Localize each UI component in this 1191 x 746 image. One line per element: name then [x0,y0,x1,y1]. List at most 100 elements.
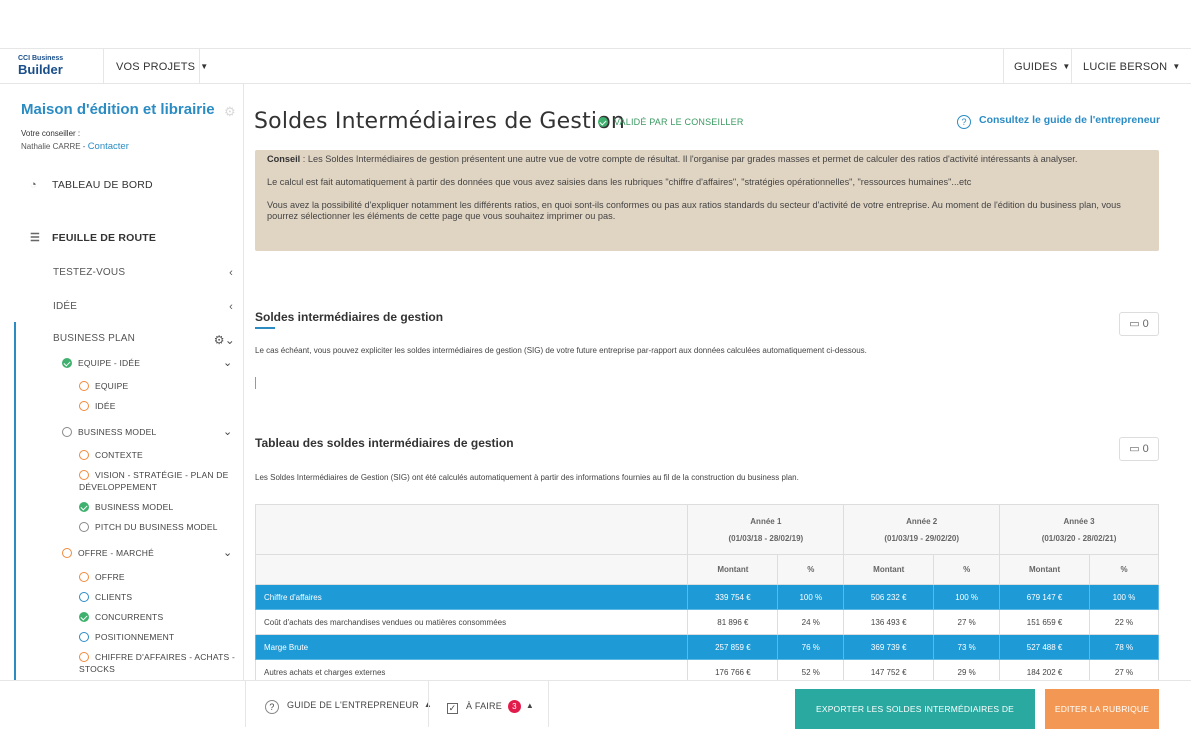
sub-item-chiffre[interactable]: CHIFFRE D'AFFAIRES - ACHATS - [79,652,235,662]
table-cell: 100 % [777,584,845,610]
sidebar-item-business-plan[interactable]: BUSINESS PLAN ⚙⌄ [53,333,235,347]
sub-item-offre[interactable]: OFFRE [79,572,125,582]
sub-item-chiffre-line2: STOCKS [79,664,115,674]
help-icon: ? [265,700,279,714]
status-circle-icon [62,548,72,558]
table-cell: 506 232 € [843,584,935,610]
advice-paragraph: Le calcul est fait automatiquement à par… [267,177,972,187]
status-circle-icon [79,401,89,411]
row-label: Chiffre d'affaires [254,584,689,610]
table-header-cell [254,504,689,555]
caret-down-icon: ▼ [200,62,209,71]
table-row: Chiffre d'affaires 339 754 € 100 % 506 2… [254,584,1159,610]
section-description: Le cas échéant, vous pouvez expliciter l… [255,346,867,355]
advice-box: Conseil : Les Soldes Intermédiaires de g… [255,150,1159,251]
validated-badge: VALIDÉ PAR LE CONSEILLER [598,117,744,127]
entrepreneur-guide-toggle[interactable]: ?GUIDE DE L'ENTREPRENEUR▲ [265,700,432,714]
table-cell: 339 754 € [687,584,779,610]
table-cell: 22 % [1089,609,1159,635]
guide-link[interactable]: ? Consultez le guide de l'entrepreneur [957,114,1160,129]
advice-paragraph: Conseil : Les Soldes Intermédiaires de g… [267,154,1078,164]
table-cell: 76 % [777,634,845,660]
column-header: Montant [687,554,779,585]
chevron-down-icon[interactable]: ⌄ [223,356,232,369]
todo-count-badge: 3 [507,700,521,713]
divider [428,681,429,727]
top-bar: CCI Business Builder VOS PROJETS ▼ GUIDES… [0,48,1191,84]
chevron-down-icon[interactable]: ⌄ [223,425,232,438]
sub-item-business-model[interactable]: BUSINESS MODEL [62,427,156,437]
active-section-indicator [14,322,16,680]
contact-link[interactable]: Contacter [88,141,129,152]
gear-icon[interactable]: ⚙⌄ [214,333,235,347]
status-circle-icon [79,470,89,480]
todo-toggle[interactable]: ✓ À FAIRE 3 ▲ [447,700,534,714]
export-button[interactable]: EXPORTER LES SOLDES INTERMÉDIAIRES DE GE… [795,689,1035,746]
sub-item-business-model-detail[interactable]: BUSINESS MODEL [79,502,173,512]
sub-item-vision[interactable]: VISION - STRATÉGIE - PLAN DE [79,470,228,480]
row-label: Marge Brute [254,634,689,660]
checkbox-icon: ✓ [447,703,458,714]
sub-item-vision-line2: DÉVELOPPEMENT [79,482,158,492]
check-icon [79,502,89,512]
divider [1071,49,1072,84]
table-header-row: Année 1 (01/03/18 - 28/02/19) Année 2 (01/… [254,504,1159,555]
status-circle-icon [79,450,89,460]
advisor-label: Votre conseiller : [21,129,81,138]
app-logo[interactable]: CCI Business Builder [18,55,88,79]
status-circle-icon [62,427,72,437]
check-icon [62,358,72,368]
chevron-down-icon[interactable]: ⌄ [223,546,232,559]
sidebar-item-roadmap[interactable]: ☰ FEUILLE DE ROUTE [30,231,156,244]
check-icon [598,117,608,127]
status-circle-icon [79,522,89,532]
table-cell: 100 % [933,584,1001,610]
table-cell: 257 859 € [687,634,779,660]
column-header: % [777,554,845,585]
divider [548,681,549,727]
user-menu[interactable]: LUCIE BERSON ▼ [1083,61,1180,73]
table-cell: 527 488 € [999,634,1091,660]
sub-item-contexte[interactable]: CONTEXTE [79,450,143,460]
project-title[interactable]: Maison d'édition et librairie [21,101,215,118]
text-editor[interactable] [255,377,256,389]
status-circle-icon [79,572,89,582]
divider [1003,49,1004,84]
footer-bar: ?GUIDE DE L'ENTREPRENEUR▲ ✓À FAIRE3▲ EXP… [0,680,1191,746]
sub-item-equipe-idee[interactable]: EQUIPE - IDÉE [62,358,140,368]
sidebar-item-testez[interactable]: TESTEZ-VOUS ‹ [53,267,233,279]
table-cell: 73 % [933,634,1001,660]
divider [245,681,246,727]
guides-menu[interactable]: GUIDES ▼ [1014,61,1071,73]
table-header-cell [254,554,689,585]
edit-section-button[interactable]: EDITER LA RUBRIQUE [1045,689,1159,729]
list-icon: ☰ [30,232,41,244]
sub-item-offre-marche[interactable]: OFFRE - MARCHÉ [62,548,154,558]
comments-button[interactable]: ▭ 0 [1119,312,1159,336]
divider [199,49,200,84]
sub-item-equipe[interactable]: EQUIPE [79,381,128,391]
table-cell: 151 659 € [999,609,1091,635]
sub-item-clients[interactable]: CLIENTS [79,592,132,602]
column-header: Montant [999,554,1091,585]
status-circle-icon [79,652,89,662]
table-cell: 100 % [1089,584,1159,610]
sidebar-item-dashboard[interactable]: ◔ TABLEAU DE BORD [30,179,153,191]
page-title: Soldes Intermédiaires de Gestion [254,109,626,134]
year-header: Année 2 (01/03/19 - 29/02/20) [843,504,1001,555]
table-row: Marge Brute 257 859 € 76 % 369 739 € 73 … [254,634,1159,660]
projects-menu[interactable]: VOS PROJETS ▼ [116,61,208,73]
sub-item-positionnement[interactable]: POSITIONNEMENT [79,632,174,642]
year-header: Année 3 (01/03/20 - 28/02/21) [999,504,1159,555]
advisor-info: Nathalie CARRE - Contacter [21,141,129,152]
caret-down-icon: ▼ [1172,62,1181,71]
sidebar: Maison d'édition et librairie ⚙ Votre co… [0,84,244,680]
comments-button[interactable]: ▭ 0 [1119,437,1159,461]
sub-item-pitch[interactable]: PITCH DU BUSINESS MODEL [79,522,218,532]
table-cell: 136 493 € [843,609,935,635]
sub-item-concurrents[interactable]: CONCURRENTS [79,612,163,622]
sidebar-item-idee[interactable]: IDÉE ‹ [53,301,233,313]
chevron-left-icon: ‹ [229,301,233,313]
gear-icon[interactable]: ⚙ [224,104,236,120]
sub-item-idee[interactable]: IDÉE [79,401,116,411]
